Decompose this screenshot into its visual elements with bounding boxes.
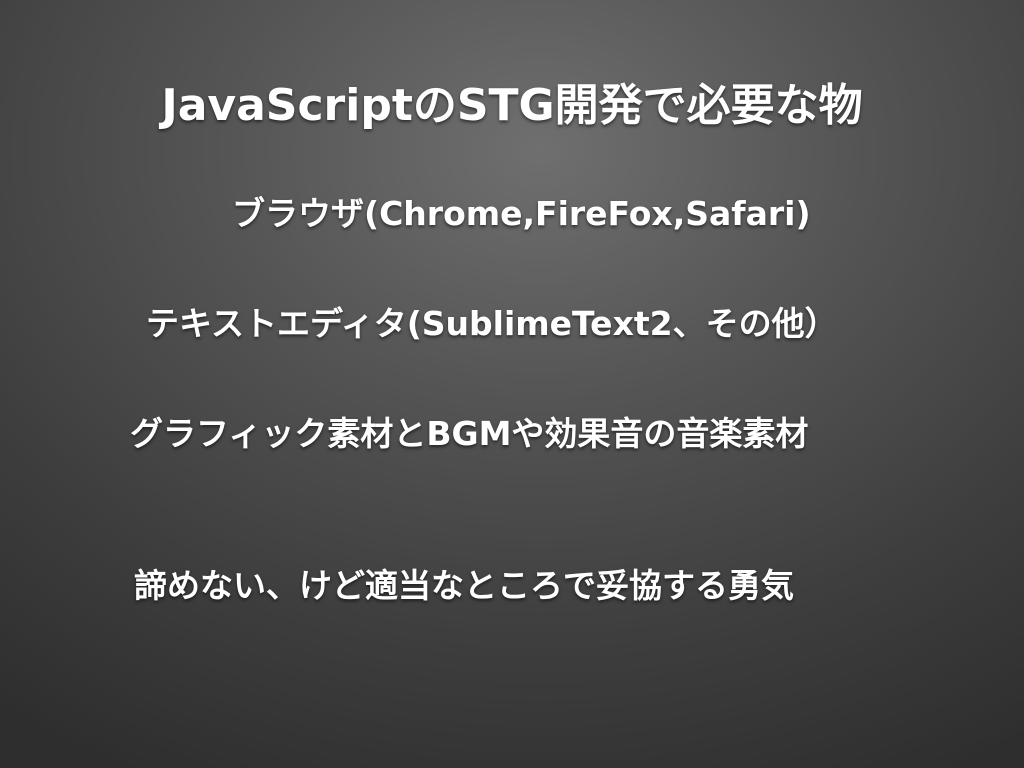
item-assets: グラフィック素材とBGMや効果音の音楽素材 (130, 414, 809, 453)
presentation-slide: JavaScriptのSTG開発で必要な物 ブラウザ(Chrome,FireFo… (0, 0, 1024, 768)
item-browser: ブラウザ(Chrome,FireFox,Safari) (232, 194, 811, 233)
item-text-editor: テキストエディタ(SublimeText2、その他） (146, 304, 838, 343)
slide-title: JavaScriptのSTG開発で必要な物 (161, 80, 863, 131)
item-courage: 諦めない、けど適当なところで妥協する勇気 (134, 566, 794, 605)
